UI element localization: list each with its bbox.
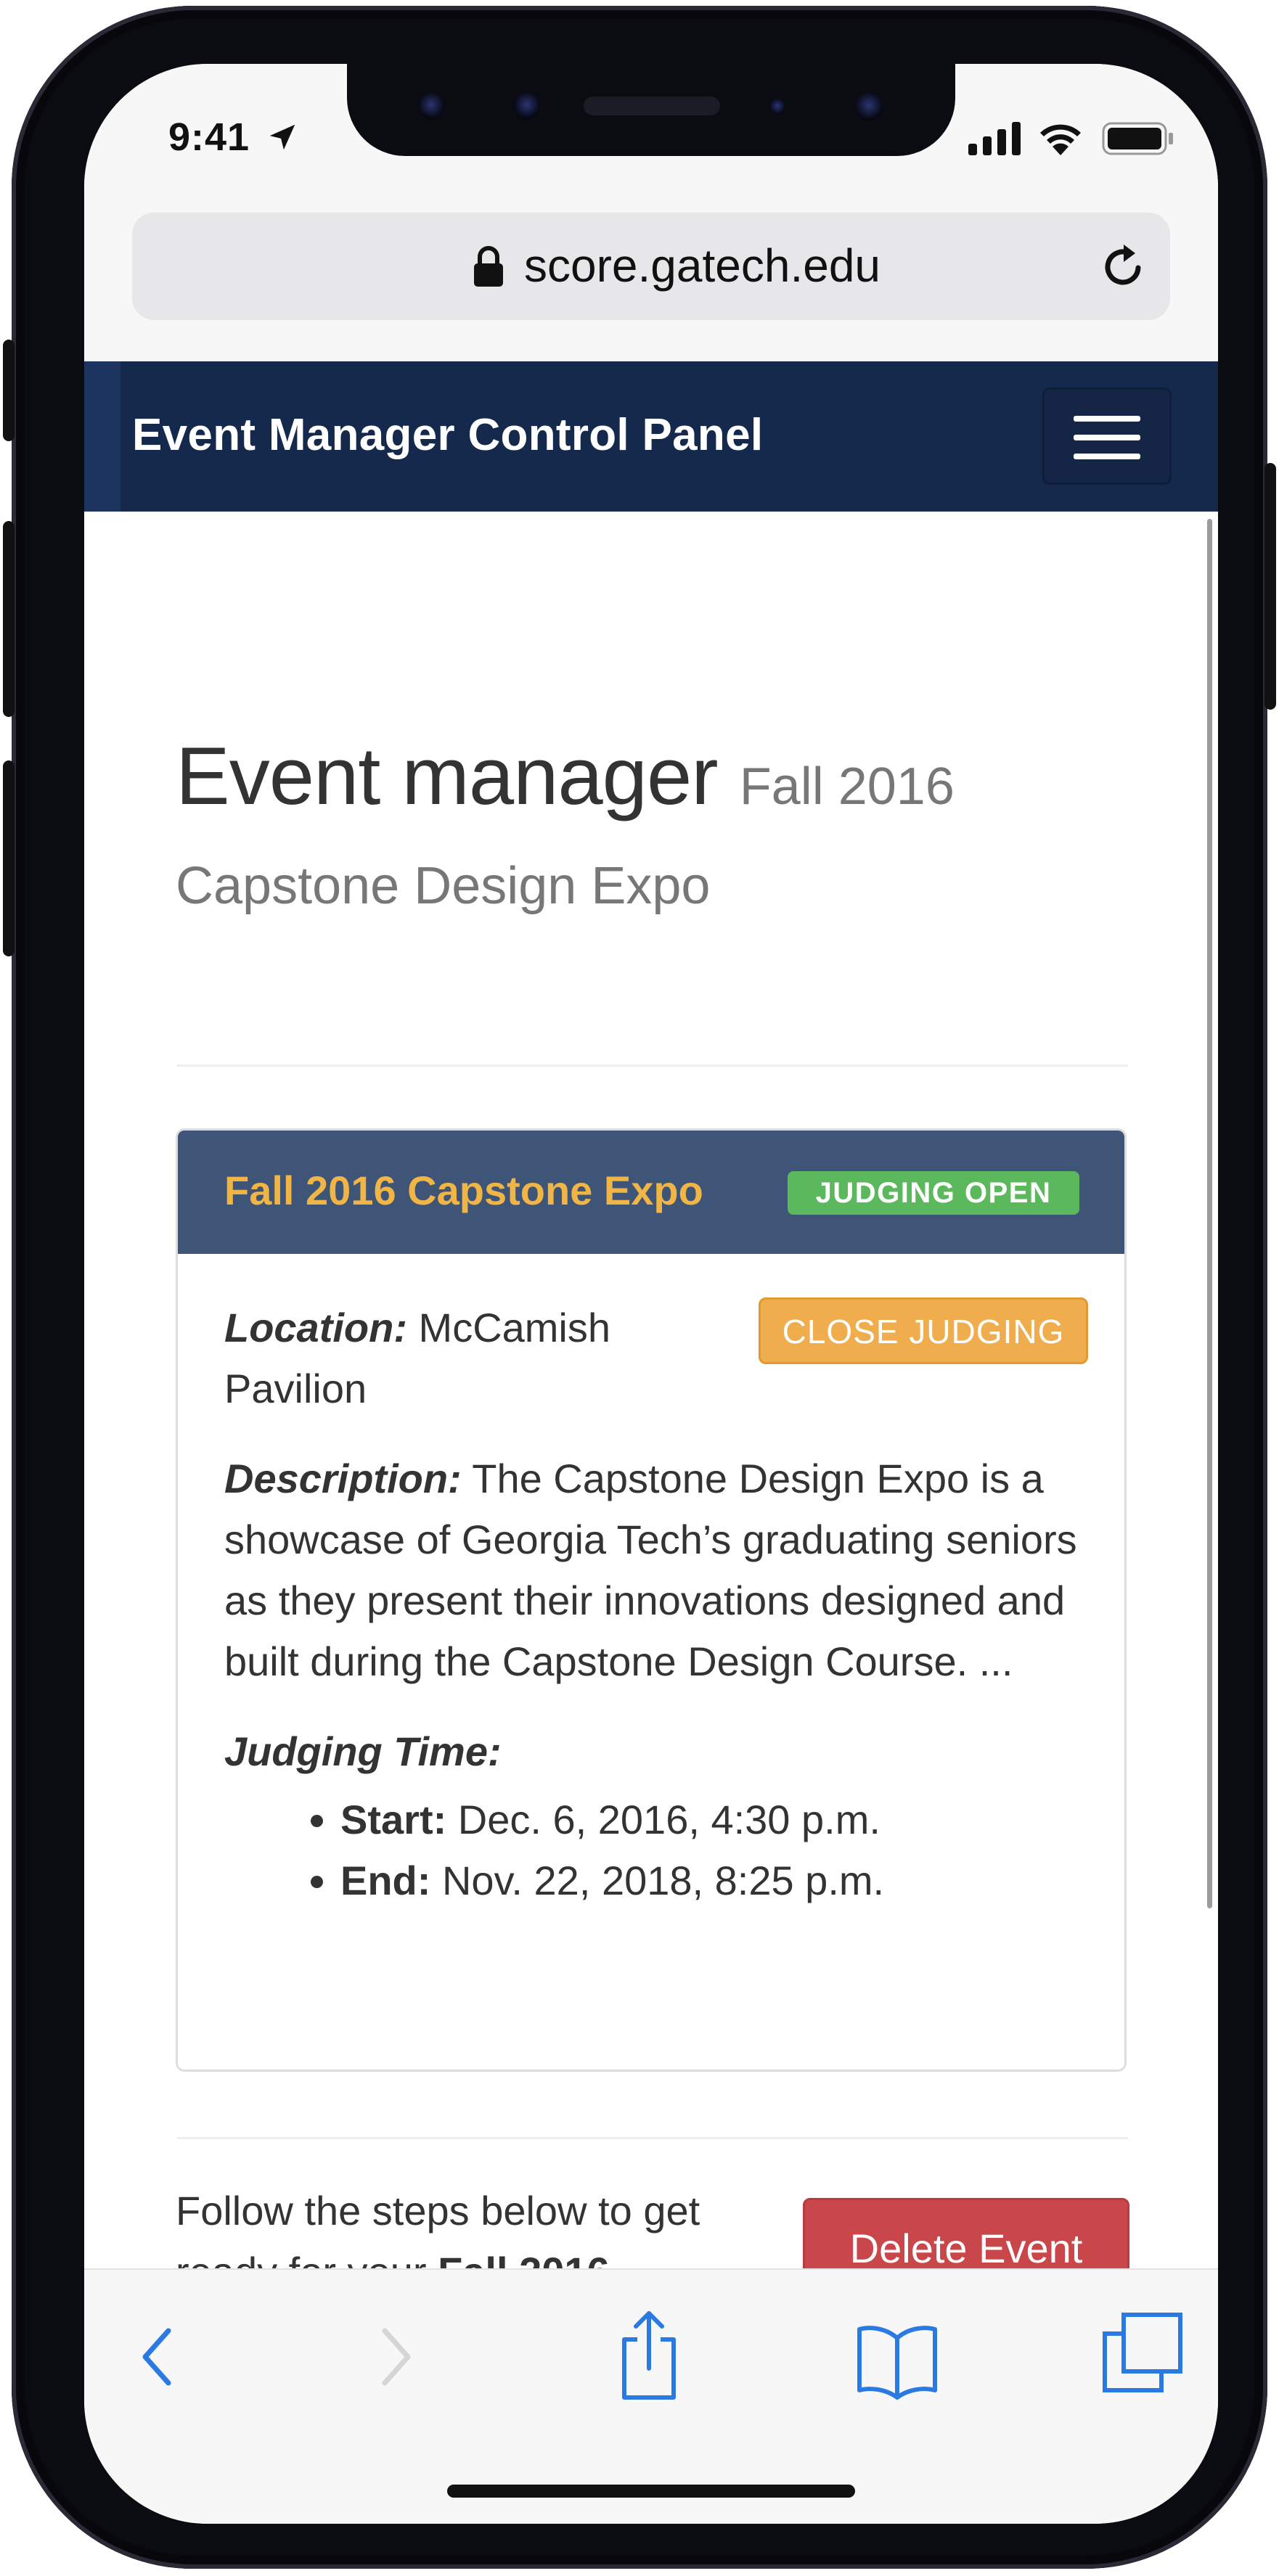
status-time: 9:41 — [168, 115, 250, 159]
event-description: Description: The Capstone Design Expo is… — [224, 1448, 1088, 1692]
volume-down-button — [3, 760, 15, 956]
description-label: Description: — [224, 1456, 462, 1501]
battery-icon — [1102, 122, 1173, 155]
page-title: Event manager Fall 2016 — [176, 729, 955, 823]
address-bar[interactable]: score.gatech.edu — [132, 213, 1170, 320]
wifi-icon — [1040, 124, 1081, 155]
front-camera-icon — [855, 93, 883, 120]
start-label: Start: — [340, 1797, 447, 1842]
hamburger-icon-bar — [1074, 435, 1140, 440]
judging-time-label: Judging Time: — [224, 1728, 502, 1774]
volume-up-button — [3, 521, 15, 717]
phone-frame: 9:41 score.gatech.edu Event Manager Cont… — [3, 6, 1276, 2569]
judging-start-item: Start: Dec. 6, 2016, 4:30 p.m. — [340, 1789, 1088, 1850]
end-label: End: — [340, 1858, 431, 1903]
page-title-text: Event manager — [176, 731, 719, 821]
mute-switch — [3, 340, 15, 441]
power-button — [1264, 463, 1276, 710]
tabs-icon[interactable] — [1100, 2310, 1185, 2395]
page-subtitle: Capstone Design Expo — [176, 857, 711, 915]
back-icon[interactable] — [135, 2321, 179, 2393]
navbar-brand[interactable]: Event Manager Control Panel — [132, 409, 763, 461]
event-panel-header: Fall 2016 Capstone Expo JUDGING OPEN — [178, 1131, 1124, 1254]
url-text[interactable]: score.gatech.edu — [524, 239, 880, 292]
divider — [177, 2137, 1128, 2139]
event-panel-body: CLOSE JUDGING Location: McCamish Pavilio… — [224, 1297, 1088, 1911]
event-panel: Fall 2016 Capstone Expo JUDGING OPEN CLO… — [176, 1128, 1127, 2072]
camera-left-icon — [418, 93, 444, 119]
speaker-grille — [584, 97, 720, 115]
judging-time-list: Start: Dec. 6, 2016, 4:30 p.m. End: Nov.… — [224, 1789, 1088, 1911]
home-indicator[interactable] — [447, 2485, 855, 2498]
lock-icon — [474, 246, 503, 287]
judging-status-badge: JUDGING OPEN — [788, 1171, 1079, 1215]
notch — [347, 64, 955, 156]
close-judging-button[interactable]: CLOSE JUDGING — [759, 1297, 1088, 1364]
browser-address-area: score.gatech.edu — [84, 205, 1218, 361]
divider — [177, 1065, 1128, 1067]
event-location: Location: McCamish Pavilion — [224, 1297, 718, 1419]
phone-screen: 9:41 score.gatech.edu Event Manager Cont… — [84, 64, 1218, 2524]
event-name[interactable]: Fall 2016 Capstone Expo — [224, 1167, 703, 1214]
bookmarks-icon[interactable] — [854, 2321, 941, 2400]
end-value: Nov. 22, 2018, 8:25 p.m. — [441, 1858, 885, 1903]
camera-sensor-icon — [514, 93, 540, 119]
forward-icon — [382, 2328, 411, 2386]
location-label: Location: — [224, 1305, 407, 1350]
scrollbar[interactable] — [1207, 519, 1212, 1908]
page-title-term: Fall 2016 — [739, 758, 955, 816]
page-content: Event manager Fall 2016 Capstone Design … — [84, 512, 1218, 2326]
cellular-signal-icon — [968, 122, 1021, 155]
location-arrow-icon — [269, 124, 295, 150]
start-value: Dec. 6, 2016, 4:30 p.m. — [457, 1797, 880, 1842]
reload-icon[interactable] — [1098, 240, 1150, 292]
hamburger-icon-bar — [1074, 454, 1140, 459]
share-icon[interactable] — [613, 2308, 685, 2402]
judging-end-item: End: Nov. 22, 2018, 8:25 p.m. — [340, 1850, 1088, 1911]
site-navbar: Event Manager Control Panel — [84, 361, 1218, 512]
hamburger-icon — [1074, 416, 1140, 422]
hamburger-menu-button[interactable] — [1042, 387, 1172, 485]
proximity-sensor-icon — [769, 99, 785, 115]
